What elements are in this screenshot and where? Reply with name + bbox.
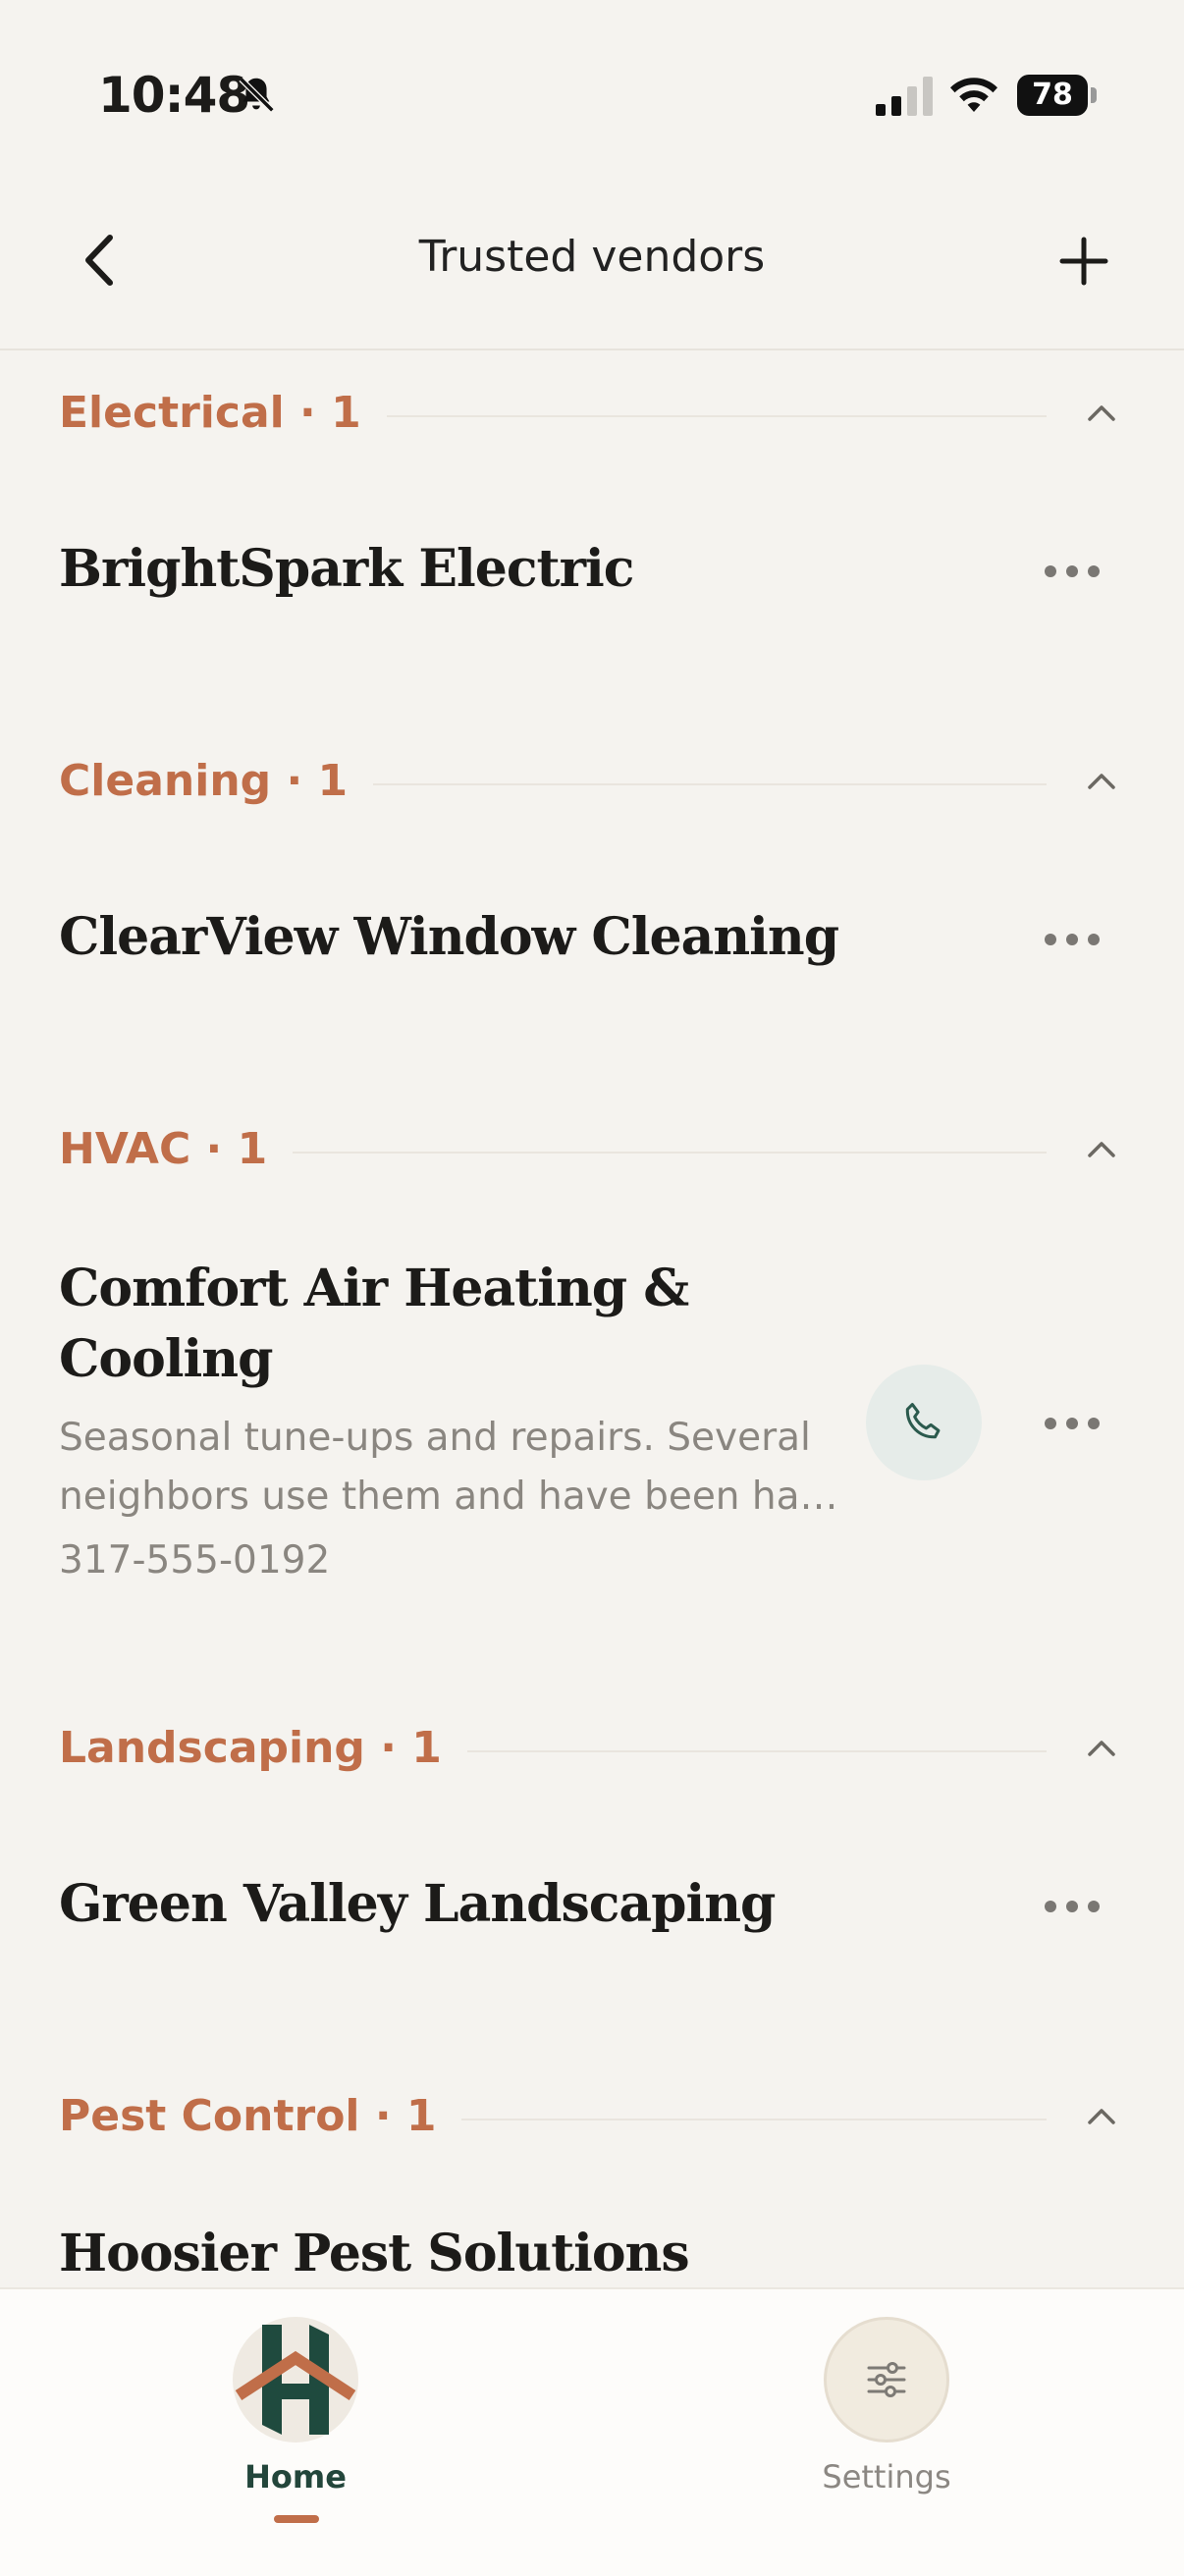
tab-settings[interactable]: Settings (739, 2289, 1034, 2576)
sliders-graphic (867, 2362, 906, 2397)
more-icon[interactable] (1045, 930, 1100, 949)
section-label: Electrical · 1 (59, 388, 387, 438)
section-label: Cleaning · 1 (59, 756, 374, 806)
tab-home[interactable]: Home (148, 2289, 443, 2576)
section-header-cleaning[interactable]: Cleaning · 1 (59, 748, 1125, 817)
vendor-list[interactable]: Electrical · 1 BrightSpark Electric Clea… (0, 350, 1184, 2287)
chevron-up-icon[interactable] (1078, 2097, 1125, 2136)
section-label: HVAC · 1 (59, 1124, 294, 1174)
plus-icon[interactable] (1052, 230, 1115, 293)
section-header-pest-control[interactable]: Pest Control · 1 (59, 2083, 1125, 2152)
more-icon[interactable] (1045, 562, 1100, 581)
tab-home-label: Home (244, 2458, 347, 2496)
home-logo-icon (233, 2317, 358, 2442)
status-bar: 10:48 78 (0, 0, 1184, 187)
vendor-name[interactable]: Green Valley Landscaping (59, 1874, 776, 1934)
vendor-description-line2: neighbors use them and have been ha… (59, 1475, 838, 1519)
wifi-icon (950, 78, 997, 112)
more-icon[interactable] (1045, 1414, 1100, 1433)
chevron-up-icon[interactable] (1078, 1729, 1125, 1768)
vendor-name-line2[interactable]: Cooling (59, 1329, 273, 1389)
battery-tip (1091, 87, 1097, 103)
vendor-phone: 317-555-0192 (59, 1538, 331, 1583)
vendor-name[interactable]: BrightSpark Electric (59, 539, 634, 599)
section-header-landscaping[interactable]: Landscaping · 1 (59, 1715, 1125, 1784)
bell-slash-icon (239, 77, 275, 113)
active-tab-indicator (274, 2515, 319, 2523)
vendor-name-line1[interactable]: Comfort Air Heating & (59, 1259, 689, 1318)
vendor-name[interactable]: ClearView Window Cleaning (59, 907, 839, 967)
more-icon[interactable] (1045, 1897, 1100, 1916)
section-header-hvac[interactable]: HVAC · 1 (59, 1116, 1125, 1185)
signal-icon (876, 77, 933, 116)
nav-bar: Trusted vendors (0, 187, 1184, 350)
battery-level: 78 (1017, 75, 1088, 116)
section-label: Pest Control · 1 (59, 2091, 462, 2141)
phone-icon (905, 1403, 941, 1439)
section-header-electrical[interactable]: Electrical · 1 (59, 380, 1125, 449)
vendor-name[interactable]: Hoosier Pest Solutions (59, 2224, 690, 2283)
chevron-up-icon[interactable] (1078, 762, 1125, 801)
sliders-icon (824, 2317, 949, 2442)
tab-bar: Home Settings (0, 2287, 1184, 2576)
call-button[interactable] (866, 1365, 982, 1480)
battery-icon: 78 (1017, 75, 1098, 116)
chevron-up-icon[interactable] (1078, 1130, 1125, 1169)
vendor-description-line1: Seasonal tune-ups and repairs. Several (59, 1416, 811, 1460)
chevron-up-icon[interactable] (1078, 394, 1125, 433)
tab-settings-label: Settings (822, 2458, 951, 2496)
page-title: Trusted vendors (418, 232, 766, 282)
home-logo-graphic (235, 2325, 356, 2435)
status-time: 10:48 (98, 67, 250, 124)
section-label: Landscaping · 1 (59, 1723, 467, 1773)
